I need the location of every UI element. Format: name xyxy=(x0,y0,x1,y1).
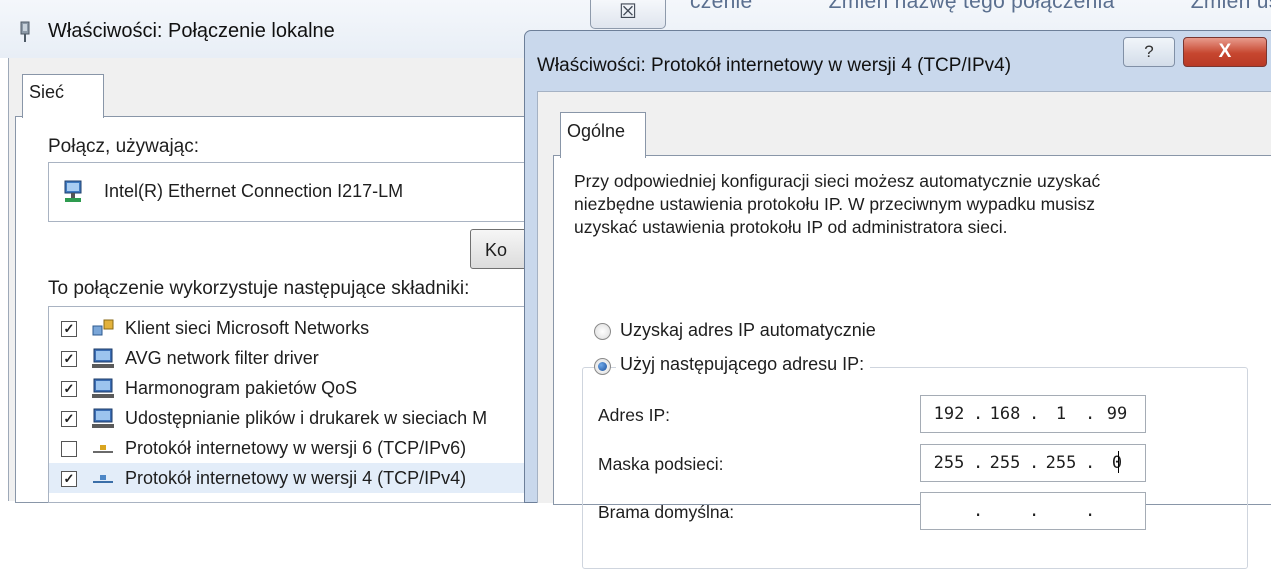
ip-address-field[interactable]: 192 . 168 . 1 . 99 xyxy=(920,395,1146,433)
network-adapter-icon xyxy=(20,21,30,42)
radio-obtain-ip-automatically[interactable] xyxy=(594,323,611,340)
protocol-icon xyxy=(93,445,113,453)
description-line: niezbędne ustawienia protokołu IP. W prz… xyxy=(574,194,1096,214)
description-line: uzyskać ustawienia protokołu IP od admin… xyxy=(574,217,1008,237)
list-item-selected[interactable]: ✓ Protokół internetowy w wersji 4 (TCP/I… xyxy=(49,463,529,493)
ip-octet[interactable]: 192 xyxy=(929,404,969,424)
ip-dot: . xyxy=(1029,404,1040,424)
component-checkbox[interactable]: ✓ xyxy=(61,471,77,487)
text-cursor xyxy=(1118,451,1119,473)
ip-dot: . xyxy=(973,404,984,424)
component-checkbox[interactable]: ✓ xyxy=(61,381,77,397)
radio-obtain-ip-label[interactable]: Uzyskaj adres IP automatycznie xyxy=(620,320,876,341)
ip-dot: . xyxy=(1085,404,1096,424)
component-checkbox[interactable]: ✓ xyxy=(61,321,77,337)
ip-octet[interactable]: 99 xyxy=(1097,404,1137,424)
adapter-field: Intel(R) Ethernet Connection I217-LM xyxy=(48,162,580,222)
subnet-mask-field[interactable]: 255 . 255 . 255 . 0 xyxy=(920,444,1146,482)
network-service-icon xyxy=(92,408,114,428)
default-gateway-label: Brama domyślna: xyxy=(598,502,735,522)
list-item[interactable]: ✓ Klient sieci Microsoft Networks xyxy=(49,313,529,343)
toolbar-item[interactable]: czenie xyxy=(690,0,753,13)
component-checkbox[interactable]: ✓ xyxy=(61,411,77,427)
ip-octet[interactable]: 255 xyxy=(929,453,969,473)
list-item[interactable]: ✓ Harmonogram pakietów QoS xyxy=(49,373,529,403)
ipv4-properties-dialog: Właściwości: Protokół internetowy w wers… xyxy=(524,30,1271,569)
component-label: Harmonogram pakietów QoS xyxy=(125,378,358,398)
components-list[interactable]: ✓ Klient sieci Microsoft Networks ✓ AVG … xyxy=(48,306,530,503)
dialog-description: Przy odpowiedniej konfiguracji sieci moż… xyxy=(574,170,1214,239)
close-icon: ☒ xyxy=(619,1,637,23)
dialog-body: Ogólne Przy odpowiedniej konfiguracji si… xyxy=(537,91,1271,569)
connect-using-label: Połącz, używając: xyxy=(48,136,200,157)
toolbar-item-rename[interactable]: Zmień nazwę tego połączenia xyxy=(829,0,1115,13)
help-button[interactable]: ? xyxy=(1123,37,1175,67)
protocol-icon xyxy=(93,475,113,483)
component-label: AVG network filter driver xyxy=(125,348,319,368)
tab-network[interactable]: Sieć xyxy=(22,74,104,118)
list-item[interactable]: ✓ Udostępnianie plików i drukarek w siec… xyxy=(49,403,529,433)
ip-dot: . xyxy=(1029,453,1040,473)
radio-use-static-ip[interactable] xyxy=(594,358,611,375)
ip-octet[interactable]: 255 xyxy=(1041,453,1081,473)
component-label: Protokół internetowy w wersji 6 (TCP/IPv… xyxy=(125,438,467,458)
network-service-icon xyxy=(92,378,114,398)
radio-use-static-ip-label[interactable]: Użyj następującego adresu IP: xyxy=(616,354,871,375)
component-checkbox[interactable]: ✓ xyxy=(61,351,77,367)
network-card-icon xyxy=(64,180,82,202)
adapter-name: Intel(R) Ethernet Connection I217-LM xyxy=(104,181,404,201)
ip-octet[interactable]: 168 xyxy=(985,404,1025,424)
description-line: Przy odpowiedniej konfiguracji sieci moż… xyxy=(574,171,1101,191)
dialog-title: Właściwości: Protokół internetowy w wers… xyxy=(537,55,1012,76)
ip-address-label: Adres IP: xyxy=(598,405,670,425)
list-item[interactable]: ✓ AVG network filter driver xyxy=(49,343,529,373)
background-toolbar: czenie Zmień nazwę tego połączenia Zmień… xyxy=(690,0,1271,14)
component-label: Udostępnianie plików i drukarek w siecia… xyxy=(125,408,488,428)
list-item[interactable]: Protokół internetowy w wersji 6 (TCP/IPv… xyxy=(49,433,529,463)
help-icon: ? xyxy=(1144,42,1154,61)
network-client-icon xyxy=(92,319,114,336)
subnet-mask-label: Maska podsieci: xyxy=(598,454,724,474)
ip-dot: . xyxy=(1085,453,1096,473)
background-close-button[interactable]: ☒ xyxy=(590,0,666,29)
component-checkbox[interactable] xyxy=(61,441,77,457)
close-button[interactable]: X xyxy=(1183,37,1267,67)
ip-dot: . xyxy=(973,453,984,473)
component-label: Klient sieci Microsoft Networks xyxy=(125,318,370,338)
toolbar-item-settings[interactable]: Zmień ustaw xyxy=(1191,0,1271,13)
background-window-title: Właściwości: Połączenie lokalne xyxy=(48,20,335,42)
ip-dot: . xyxy=(973,501,984,521)
network-service-icon xyxy=(92,348,114,368)
component-label: Protokół internetowy w wersji 4 (TCP/IPv… xyxy=(125,468,467,488)
components-label: To połączenie wykorzystuje następujące s… xyxy=(48,278,470,299)
ip-octet[interactable]: 0 xyxy=(1097,453,1137,473)
ip-octet[interactable]: 255 xyxy=(985,453,1025,473)
ip-dot: . xyxy=(1029,501,1040,521)
default-gateway-field[interactable]: . . . xyxy=(920,492,1146,530)
tab-general[interactable]: Ogólne xyxy=(560,112,646,158)
close-icon: X xyxy=(1218,41,1232,62)
ip-octet[interactable]: 1 xyxy=(1041,404,1081,424)
ip-dot: . xyxy=(1085,501,1096,521)
